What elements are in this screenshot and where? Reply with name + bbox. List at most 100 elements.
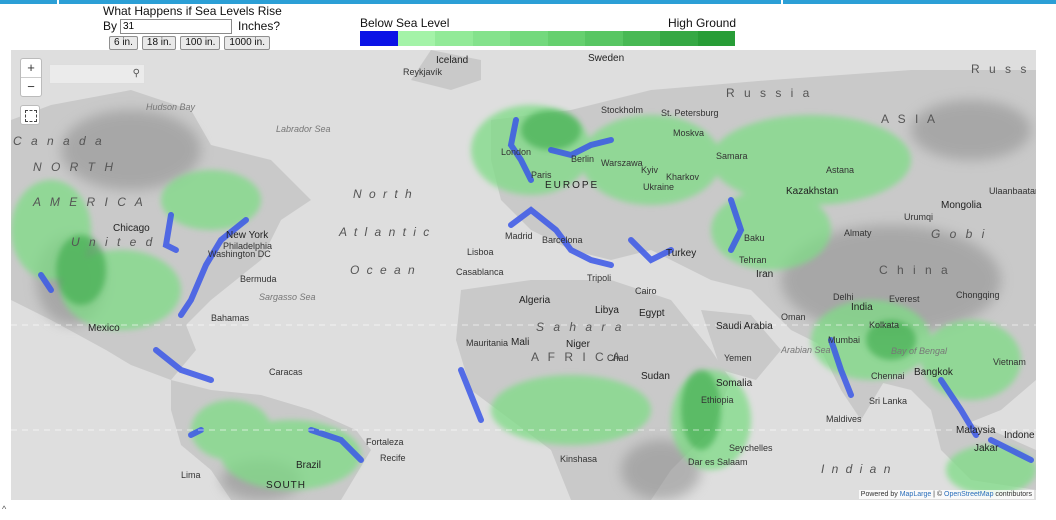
label-everest: Everest bbox=[889, 294, 920, 304]
label-saudi-arabia: Saudi Arabia bbox=[716, 321, 773, 332]
zoom-control: + − bbox=[20, 58, 42, 97]
label-ocean-atlantic: A t l a n t i c bbox=[339, 225, 432, 239]
preset-1000-button[interactable]: 1000 in. bbox=[224, 36, 270, 50]
label-london: London bbox=[501, 147, 532, 157]
label-sweden: Sweden bbox=[588, 53, 625, 64]
label-hudson-bay: Hudson Bay bbox=[146, 102, 196, 112]
label-delhi: Delhi bbox=[833, 292, 854, 302]
label-cairo: Cairo bbox=[635, 286, 657, 296]
label-chad: Chad bbox=[607, 353, 629, 363]
label-somalia: Somalia bbox=[716, 378, 753, 389]
label-sri-lanka: Sri Lanka bbox=[869, 396, 908, 406]
label-turkey: Turkey bbox=[666, 248, 697, 259]
legend-swatch-0 bbox=[360, 31, 398, 46]
preset-18-button[interactable]: 18 in. bbox=[141, 36, 177, 50]
label-casablanca: Casablanca bbox=[456, 267, 504, 277]
legend-swatch-3 bbox=[472, 31, 510, 46]
label-india: India bbox=[851, 302, 873, 313]
legend-swatch-2 bbox=[435, 31, 473, 46]
label-tehran: Tehran bbox=[739, 255, 767, 265]
label-kazakhstan: Kazakhstan bbox=[786, 186, 839, 197]
label-paris: Paris bbox=[531, 170, 552, 180]
preset-buttons: 6 in. 18 in. 100 in. 1000 in. bbox=[109, 36, 270, 50]
label-russia: R u s s i a bbox=[726, 86, 813, 100]
map-attribution: Powered by MapLarge | © OpenStreetMap co… bbox=[858, 490, 1034, 499]
label-st-petersburg: St. Petersburg bbox=[661, 108, 719, 118]
label-brazil: Brazil bbox=[296, 460, 322, 471]
world-map[interactable]: N O R T H A M E R I C A C a n a d a U n … bbox=[11, 50, 1036, 500]
label-bermuda: Bermuda bbox=[240, 274, 277, 284]
top-bar-segment bbox=[783, 0, 1056, 4]
by-label: By bbox=[103, 19, 118, 33]
label-malaysia: Malaysia bbox=[956, 425, 996, 436]
label-moskva: Moskva bbox=[673, 128, 705, 138]
label-kolkata: Kolkata bbox=[869, 320, 900, 330]
label-asia: A S I A bbox=[881, 112, 939, 126]
label-barcelona: Barcelona bbox=[542, 235, 583, 245]
box-select-button[interactable] bbox=[20, 105, 40, 125]
label-indonesia: Indone bbox=[1004, 430, 1035, 441]
label-almaty: Almaty bbox=[844, 228, 872, 238]
legend-swatch-9 bbox=[697, 31, 735, 46]
label-mumbai: Mumbai bbox=[828, 335, 861, 345]
label-mexico: Mexico bbox=[88, 323, 120, 334]
inches-label: Inches? bbox=[238, 19, 281, 33]
label-egypt: Egypt bbox=[639, 308, 665, 319]
label-china: C h i n a bbox=[879, 263, 951, 277]
label-mali: Mali bbox=[511, 337, 530, 348]
label-america: A M E R I C A bbox=[33, 195, 146, 209]
label-iceland: Iceland bbox=[436, 55, 469, 66]
legend-swatch-1 bbox=[397, 31, 435, 46]
label-sudan: Sudan bbox=[641, 371, 670, 382]
panel-title: What Happens if Sea Levels Rise bbox=[103, 4, 282, 18]
zoom-out-button[interactable]: − bbox=[21, 77, 41, 96]
scroll-up-icon[interactable]: ^ bbox=[2, 504, 6, 514]
label-mongolia: Mongolia bbox=[941, 200, 982, 211]
label-oman: Oman bbox=[781, 312, 806, 322]
label-sargasso: Sargasso Sea bbox=[259, 292, 316, 302]
legend-swatch-4 bbox=[510, 31, 548, 46]
preset-6-button[interactable]: 6 in. bbox=[109, 36, 138, 50]
label-washington: Washington DC bbox=[208, 249, 271, 259]
preset-100-button[interactable]: 100 in. bbox=[180, 36, 221, 50]
label-samara: Samara bbox=[716, 151, 748, 161]
label-bay-of-bengal: Bay of Bengal bbox=[891, 346, 948, 356]
label-iran: Iran bbox=[756, 269, 774, 280]
label-canada: C a n a d a bbox=[13, 134, 105, 148]
label-stockholm: Stockholm bbox=[601, 105, 644, 115]
label-sahara: S a h a r a bbox=[536, 320, 625, 334]
search-icon[interactable]: ⚲ bbox=[133, 68, 140, 79]
legend-swatch-5 bbox=[547, 31, 585, 46]
label-libya: Libya bbox=[595, 305, 619, 316]
label-bahamas: Bahamas bbox=[211, 313, 250, 323]
openstreetmap-link[interactable]: OpenStreetMap bbox=[944, 491, 993, 498]
label-russia-east: R u s s bbox=[971, 62, 1030, 76]
label-warszawa: Warszawa bbox=[601, 158, 643, 168]
label-vietnam: Vietnam bbox=[993, 357, 1026, 367]
zoom-in-button[interactable]: + bbox=[21, 59, 41, 77]
label-united: U n i t e d bbox=[71, 235, 156, 249]
map-search-input[interactable]: ⚲ bbox=[49, 64, 145, 84]
label-arabian-sea: Arabian Sea bbox=[781, 345, 831, 355]
label-europe: EUROPE bbox=[545, 180, 600, 191]
attribution-prefix: Powered by bbox=[860, 491, 898, 498]
label-labrador-sea: Labrador Sea bbox=[276, 124, 331, 134]
label-seychelles: Seychelles bbox=[729, 443, 773, 453]
label-yemen: Yemen bbox=[724, 353, 752, 363]
maplarge-link[interactable]: MapLarge bbox=[900, 491, 932, 498]
label-ethiopia: Ethiopia bbox=[701, 395, 734, 405]
label-ukraine: Ukraine bbox=[643, 182, 675, 192]
label-algeria: Algeria bbox=[519, 295, 551, 306]
legend-color-bar bbox=[360, 31, 735, 46]
label-caracas: Caracas bbox=[269, 367, 303, 377]
label-bangkok: Bangkok bbox=[914, 367, 953, 378]
label-lisboa: Lisboa bbox=[467, 247, 494, 257]
top-bar-segment bbox=[0, 0, 57, 4]
inches-input[interactable] bbox=[120, 19, 232, 34]
label-urumqi: Urumqi bbox=[904, 212, 934, 222]
attribution-suffix: contributors bbox=[993, 491, 1032, 498]
label-recife: Recife bbox=[380, 453, 406, 463]
label-lima: Lima bbox=[181, 470, 201, 480]
label-chongqing: Chongqing bbox=[956, 290, 1000, 300]
legend-swatch-7 bbox=[622, 31, 660, 46]
